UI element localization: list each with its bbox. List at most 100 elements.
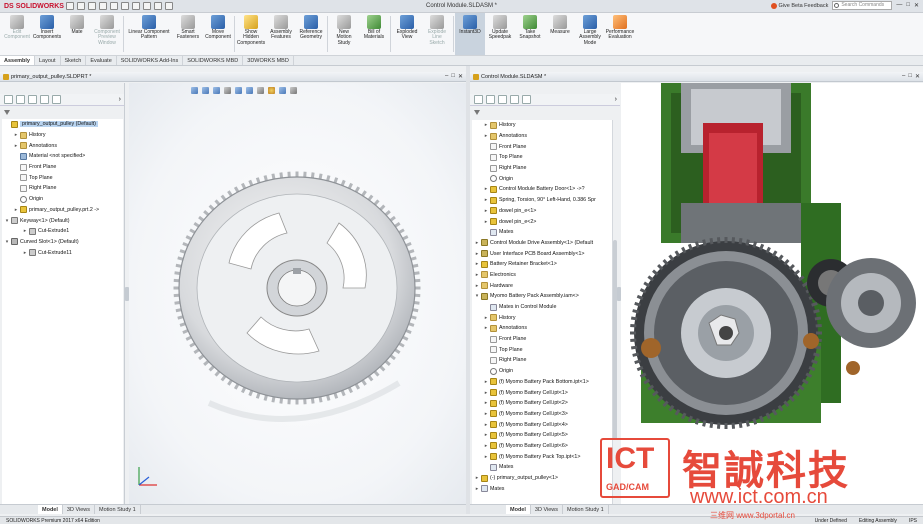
chevron-right-icon[interactable]: ▸ — [483, 432, 489, 438]
tree-item[interactable]: ▸ History — [472, 120, 612, 131]
rebuild-icon[interactable] — [143, 2, 151, 10]
chevron-right-icon[interactable]: › — [119, 96, 121, 103]
tree-item[interactable]: ▸ (f) Myomo Battery Cell.ipt<2> — [472, 398, 612, 409]
maximize-button[interactable]: □ — [906, 2, 910, 9]
tree-item[interactable]: ▸ Hardware — [472, 280, 612, 291]
tree-item[interactable]: ▸ (f) Myomo Battery Cell.ipt<3> — [472, 409, 612, 420]
ribbon-button-bom[interactable]: Bill of Materials — [359, 13, 389, 55]
tree-item[interactable]: ▸ Mates — [472, 483, 612, 494]
tree-item[interactable]: Top Plane — [472, 344, 612, 355]
tree-item[interactable]: ▸ Annotations — [472, 131, 612, 142]
tab-solidworks-add-ins[interactable]: SOLIDWORKS Add-Ins — [117, 56, 184, 65]
tab-layout[interactable]: Layout — [35, 56, 61, 65]
bottom-tab-model[interactable]: Model — [506, 505, 531, 514]
tree-item[interactable]: Top Plane — [472, 152, 612, 163]
ribbon-button-motion-study[interactable]: New Motion Study — [329, 13, 359, 55]
close-button[interactable]: ✕ — [914, 2, 919, 9]
feature-manager-tab-icon[interactable] — [474, 95, 483, 104]
search-commands-input[interactable]: Search Commands — [832, 1, 893, 10]
beta-feedback-link[interactable]: Give Beta Feedback — [770, 2, 828, 9]
tree-item[interactable]: ▸ Cut-Extrude1 — [2, 226, 123, 237]
tab-sketch[interactable]: Sketch — [61, 56, 87, 65]
ribbon-button-edit-component[interactable]: Edit Component — [2, 13, 32, 55]
property-manager-tab-icon[interactable] — [16, 95, 25, 104]
feature-manager-tab-icon[interactable] — [4, 95, 13, 104]
tree-item[interactable]: ▾ Myomo Battery Pack Assembly.iam<> — [472, 291, 612, 302]
bottom-tab-3d-views[interactable]: 3D Views — [531, 505, 564, 514]
bottom-tab-motion-study-1[interactable]: Motion Study 1 — [563, 505, 609, 514]
tree-item[interactable]: ▸ (f) Myomo Battery Pack Bottom.ipt<1> — [472, 377, 612, 388]
tree-item[interactable]: ▸ History — [2, 130, 123, 141]
ribbon-button-show-hidden[interactable]: Show Hidden Components — [236, 13, 266, 55]
options-gear-icon[interactable] — [165, 2, 173, 10]
tree-scrollbar-thumb[interactable] — [613, 240, 617, 440]
part-restore-button[interactable]: □ — [451, 73, 455, 80]
ribbon-button-performance[interactable]: Performance Evaluation — [605, 13, 635, 55]
tree-item[interactable]: ▸ (f) Myomo Battery Cell.ipt<5> — [472, 430, 612, 441]
assembly-graphics-area[interactable] — [621, 83, 923, 504]
chevron-right-icon[interactable]: ▸ — [483, 443, 489, 449]
tree-item[interactable]: Right Plane — [472, 355, 612, 366]
ribbon-button-large-assembly[interactable]: Large Assembly Mode — [575, 13, 605, 55]
part-minimize-button[interactable]: – — [445, 73, 448, 80]
bottom-tab-motion-study-1[interactable]: Motion Study 1 — [95, 505, 141, 514]
chevron-right-icon[interactable]: ▸ — [483, 422, 489, 428]
solidworks-logo[interactable]: DS SOLIDWORKS — [0, 3, 64, 10]
configuration-manager-tab-icon[interactable] — [28, 95, 37, 104]
configuration-manager-tab-icon[interactable] — [498, 95, 507, 104]
tree-item[interactable]: ▸ (f) Myomo Battery Cell.ipt<6> — [472, 441, 612, 452]
tree-item[interactable]: Front Plane — [2, 162, 123, 173]
tree-item[interactable]: Origin — [472, 173, 612, 184]
chevron-right-icon[interactable]: ▸ — [483, 122, 489, 128]
chevron-right-icon[interactable]: ▸ — [483, 208, 489, 214]
chevron-right-icon[interactable]: ▸ — [483, 400, 489, 406]
part-graphics-area[interactable] — [129, 83, 466, 504]
chevron-right-icon[interactable]: ▸ — [474, 261, 480, 267]
select-icon[interactable] — [132, 2, 140, 10]
ribbon-button-linear-pattern[interactable]: Linear Component Pattern — [125, 13, 173, 55]
tree-item[interactable]: ▸ dowel pin_e<1> — [472, 206, 612, 217]
chevron-right-icon[interactable]: ▸ — [483, 325, 489, 331]
tree-item[interactable]: ▸ Annotations — [472, 323, 612, 334]
tree-item[interactable]: primary_output_pulley (Default) — [2, 119, 123, 130]
ribbon-button-reference-geometry[interactable]: Reference Geometry — [296, 13, 326, 55]
chevron-right-icon[interactable]: ▸ — [483, 390, 489, 396]
tree-item[interactable]: Right Plane — [472, 163, 612, 174]
chevron-right-icon[interactable]: ▸ — [483, 133, 489, 139]
ribbon-button-mate[interactable]: Mate — [62, 13, 92, 55]
part-window-header[interactable]: primary_output_pulley.SLDPRT * – □ ✕ — [0, 72, 466, 82]
ribbon-button-assembly-features[interactable]: Assembly Features — [266, 13, 296, 55]
dimxpert-tab-icon[interactable] — [40, 95, 49, 104]
ribbon-button-move-component[interactable]: Move Component — [203, 13, 233, 55]
chevron-right-icon[interactable]: ▸ — [474, 251, 480, 257]
assembly-minimize-button[interactable]: – — [902, 73, 905, 80]
assembly-tree-filter[interactable] — [470, 108, 480, 117]
tree-item[interactable]: ▸ Cut-Extrude11 — [2, 247, 123, 258]
minimize-button[interactable]: — — [896, 2, 902, 9]
ribbon-button-preview-window[interactable]: Component Preview Window — [92, 13, 122, 55]
tree-item[interactable]: Top Plane — [2, 172, 123, 183]
open-icon[interactable] — [88, 2, 96, 10]
ribbon-button-snapshot[interactable]: Take Snapshot — [515, 13, 545, 55]
assembly-close-button[interactable]: ✕ — [915, 73, 920, 80]
tree-item[interactable]: ▸ Battery Retainer Bracket<1> — [472, 259, 612, 270]
chevron-right-icon[interactable]: ▸ — [22, 250, 28, 256]
tree-item[interactable]: ▸ Control Module Drive Assembly<1> (Defau… — [472, 238, 612, 249]
save-icon[interactable] — [99, 2, 107, 10]
tree-item[interactable]: ▾ Keyway<1> (Default) — [2, 215, 123, 226]
tree-item[interactable]: ▸ Electronics — [472, 270, 612, 281]
tab-evaluate[interactable]: Evaluate — [86, 56, 117, 65]
chevron-right-icon[interactable]: ▸ — [474, 240, 480, 246]
tree-item[interactable]: ▸ Control Module Battery Door<1> ->? — [472, 184, 612, 195]
part-tree-filter[interactable] — [0, 108, 10, 117]
chevron-right-icon[interactable]: ▸ — [483, 411, 489, 417]
chevron-right-icon[interactable]: ▸ — [483, 379, 489, 385]
tree-item[interactable]: ▸ (-) primary_output_pulley<1> — [472, 473, 612, 484]
home-icon[interactable] — [66, 2, 74, 10]
chevron-right-icon[interactable]: ▸ — [474, 272, 480, 278]
tree-item[interactable]: Mates — [472, 462, 612, 473]
bottom-tab-model[interactable]: Model — [38, 505, 63, 514]
ribbon-button-measure[interactable]: Measure — [545, 13, 575, 55]
tree-item[interactable]: ▾ Curved Slot<1> (Default) — [2, 237, 123, 248]
tree-item[interactable]: Material <not specified> — [2, 151, 123, 162]
